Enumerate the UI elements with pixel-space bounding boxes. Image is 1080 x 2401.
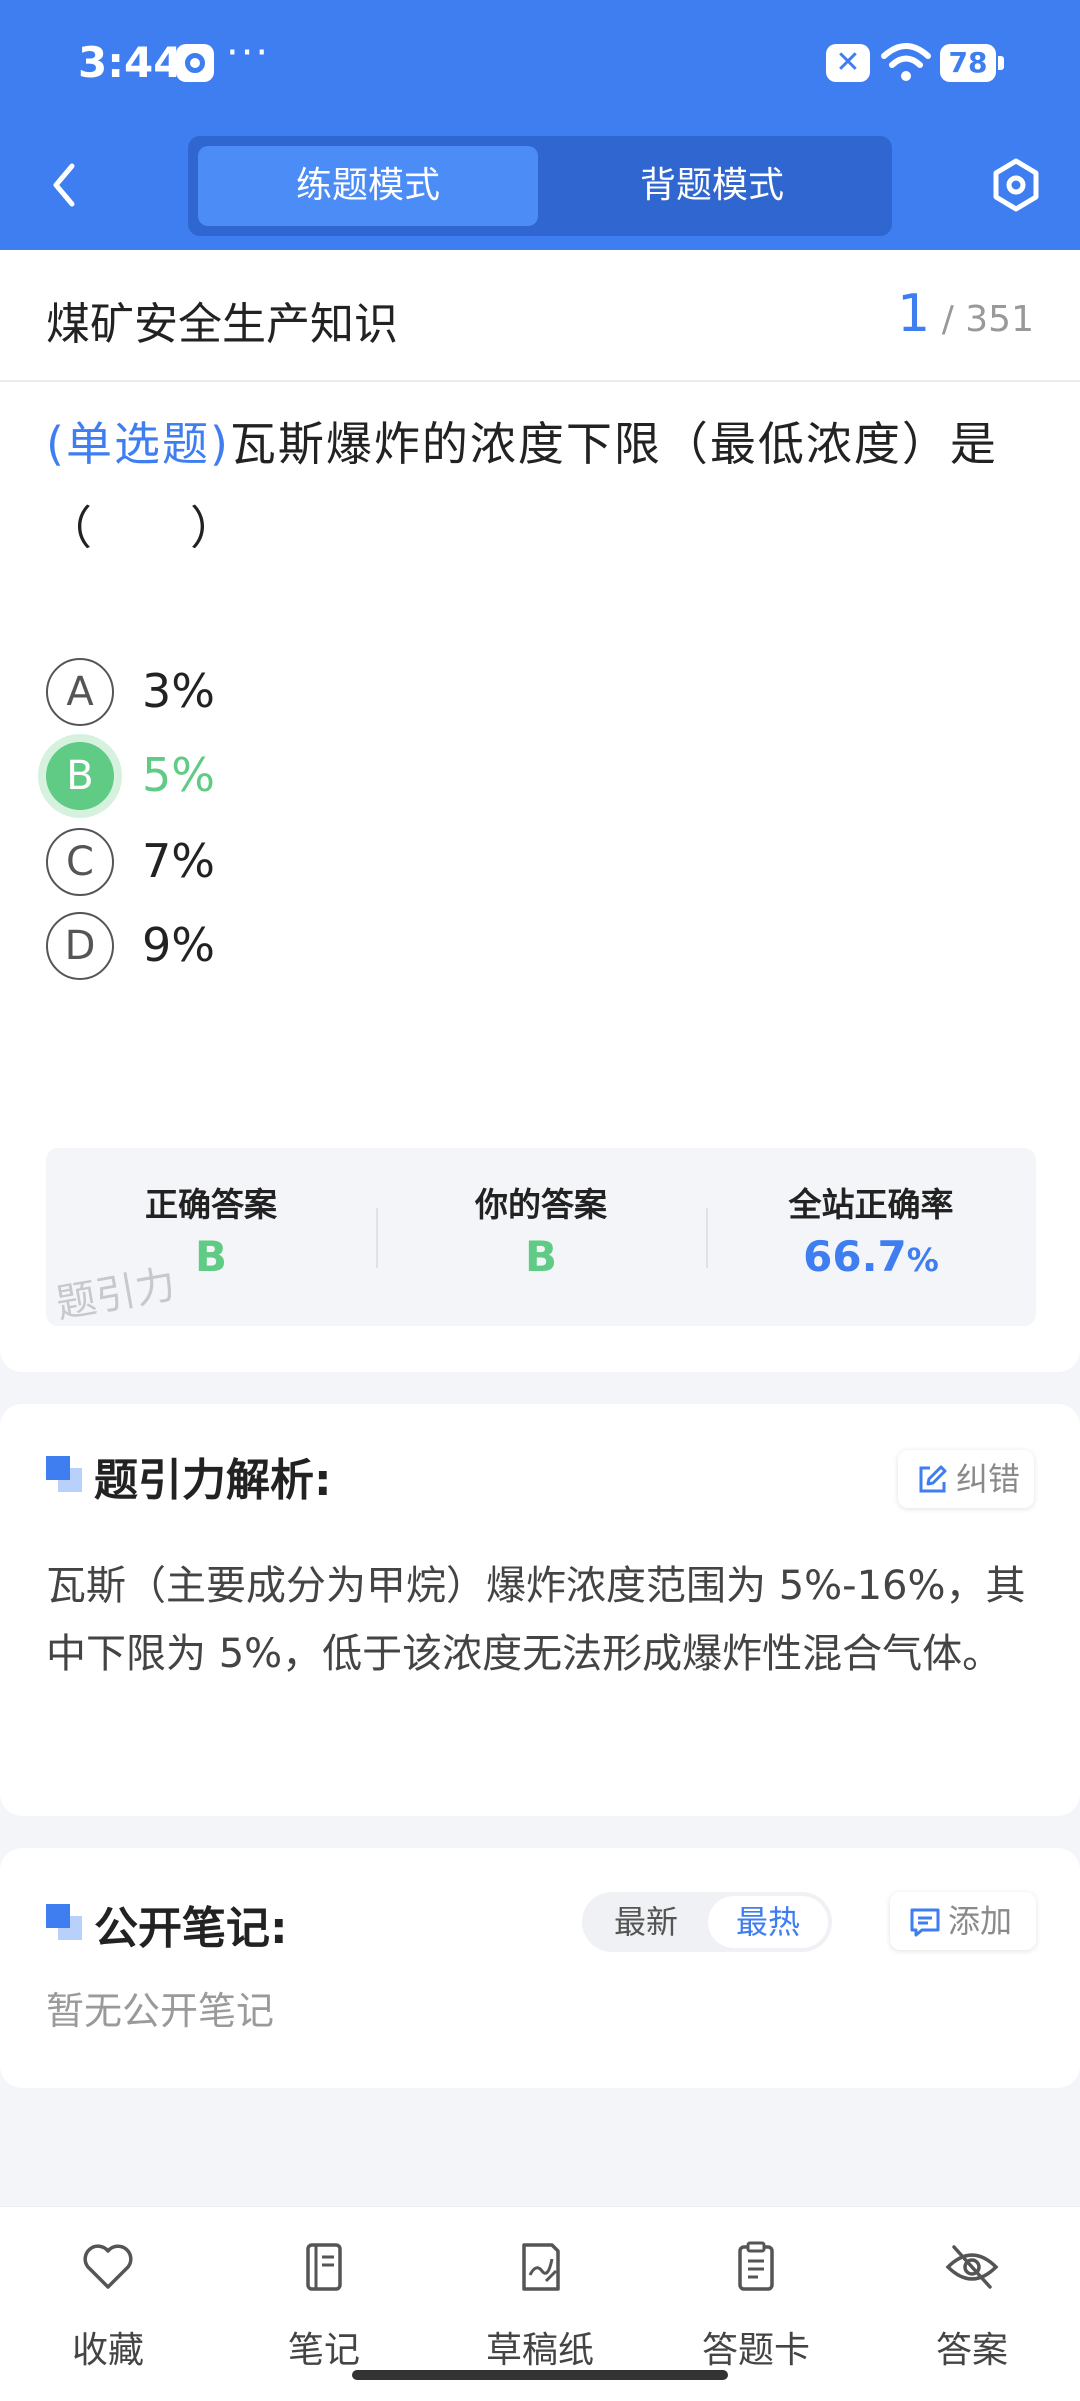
- your-answer-label: 你的答案: [475, 1185, 607, 1224]
- question-counter[interactable]: 1 / 351: [897, 284, 1034, 344]
- tab-practice-mode[interactable]: 练题模式: [198, 146, 538, 226]
- close-notification-icon: ✕: [826, 44, 870, 82]
- answer-card-icon: [738, 2241, 774, 2291]
- answer-summary: 正确答案 B 你的答案 B 全站正确率 66.7% 题引力: [46, 1148, 1036, 1328]
- option-text: 7%: [142, 834, 215, 888]
- accuracy-rate-col: 全站正确率 66.7%: [706, 1148, 1036, 1326]
- option-c[interactable]: C 7%: [46, 828, 946, 900]
- question-counter-current: 1: [897, 284, 931, 344]
- nav-label: 答题卡: [701, 2330, 810, 2371]
- notes-title: 公开笔记:: [94, 1903, 288, 1954]
- subject-title: 煤矿安全生产知识: [46, 299, 398, 350]
- your-answer-value: B: [524, 1232, 557, 1281]
- option-text: 5%: [142, 748, 215, 802]
- subject-row: 煤矿安全生产知识 1 / 351: [0, 250, 1080, 382]
- question-counter-total: / 351: [941, 299, 1034, 340]
- notebook-icon: [306, 2243, 342, 2291]
- nav-draft-paper[interactable]: 草稿纸: [450, 2231, 630, 2371]
- battery-icon: 78: [940, 44, 1004, 82]
- accuracy-rate-unit: %: [906, 1241, 939, 1279]
- option-d[interactable]: D 9%: [46, 912, 946, 984]
- nav-answer-card[interactable]: 答题卡: [666, 2231, 846, 2371]
- wifi-icon: [881, 43, 931, 81]
- nav-label: 笔记: [287, 2330, 360, 2371]
- option-text: 9%: [142, 918, 215, 972]
- edit-icon: [919, 1465, 947, 1493]
- option-letter: A: [46, 658, 114, 726]
- nav-favorite[interactable]: 收藏: [18, 2231, 198, 2371]
- status-time: 3:44: [78, 38, 183, 87]
- more-notifications-icon: ···: [226, 30, 271, 76]
- option-text: 3%: [142, 664, 215, 718]
- report-error-button[interactable]: 纠错: [898, 1450, 1034, 1508]
- option-letter: D: [46, 912, 114, 980]
- option-letter: B: [46, 742, 114, 810]
- settings-icon[interactable]: [990, 155, 1042, 215]
- option-letter: C: [46, 828, 114, 896]
- nav-label: 收藏: [71, 2330, 144, 2371]
- back-arrow-icon[interactable]: [40, 150, 90, 220]
- chat-add-icon: [910, 1908, 940, 1937]
- option-b[interactable]: B 5%: [46, 742, 946, 814]
- app-notification-icon: [176, 44, 214, 82]
- nav-label: 答案: [935, 2330, 1008, 2371]
- option-a[interactable]: A 3%: [46, 658, 946, 730]
- home-indicator[interactable]: [352, 2370, 728, 2380]
- notes-empty-text: 暂无公开笔记: [46, 1989, 275, 2033]
- analysis-card: 题引力解析: 纠错 瓦斯（主要成分为甲烷）爆炸浓度范围为 5%-16%，其中下限…: [0, 1404, 1080, 1816]
- section-square-icon: [46, 1904, 82, 1940]
- tab-memorize-mode[interactable]: 背题模式: [542, 146, 882, 226]
- nav-notes[interactable]: 笔记: [234, 2231, 414, 2371]
- mode-switch: 练题模式 背题模式: [188, 136, 892, 236]
- notes-sort-toggle: 最新 最热: [582, 1892, 832, 1952]
- correct-answer-label: 正确答案: [145, 1185, 277, 1224]
- accuracy-rate-number: 66.7: [803, 1232, 907, 1281]
- status-bar: 3:44 ··· ✕ 78: [0, 0, 1080, 126]
- accuracy-rate-value: 66.7%: [706, 1232, 1036, 1281]
- accuracy-rate-label: 全站正确率: [788, 1185, 954, 1224]
- question-card: 煤矿安全生产知识 1 / 351 (单选题)瓦斯爆炸的浓度下限（最低浓度）是（ …: [0, 250, 1080, 1372]
- report-error-label: 纠错: [956, 1460, 1021, 1498]
- analysis-title: 题引力解析:: [94, 1455, 332, 1506]
- eye-off-icon: [945, 2245, 999, 2289]
- top-bar: 3:44 ··· ✕ 78 练题模式 背题模式: [0, 0, 1080, 250]
- draft-paper-icon: [522, 2243, 560, 2291]
- question-type: (单选题): [46, 417, 230, 471]
- analysis-text: 瓦斯（主要成分为甲烷）爆炸浓度范围为 5%-16%，其中下限为 5%，低于该浓度…: [46, 1563, 1026, 1677]
- heart-icon: [83, 2244, 133, 2289]
- nav-label: 草稿纸: [485, 2330, 594, 2371]
- add-note-label: 添加: [948, 1902, 1013, 1940]
- add-note-button[interactable]: 添加: [890, 1892, 1036, 1950]
- question-stem: (单选题)瓦斯爆炸的浓度下限（最低浓度）是（ ）: [46, 402, 1036, 570]
- section-square-icon: [46, 1456, 82, 1492]
- public-notes-card: 公开笔记: 最新 最热 添加 暂无公开笔记: [0, 1848, 1080, 2088]
- sort-latest[interactable]: 最新: [586, 1896, 706, 1948]
- nav-answer[interactable]: 答案: [882, 2231, 1062, 2371]
- your-answer-col: 你的答案 B: [376, 1148, 706, 1326]
- sort-hot[interactable]: 最热: [708, 1896, 828, 1948]
